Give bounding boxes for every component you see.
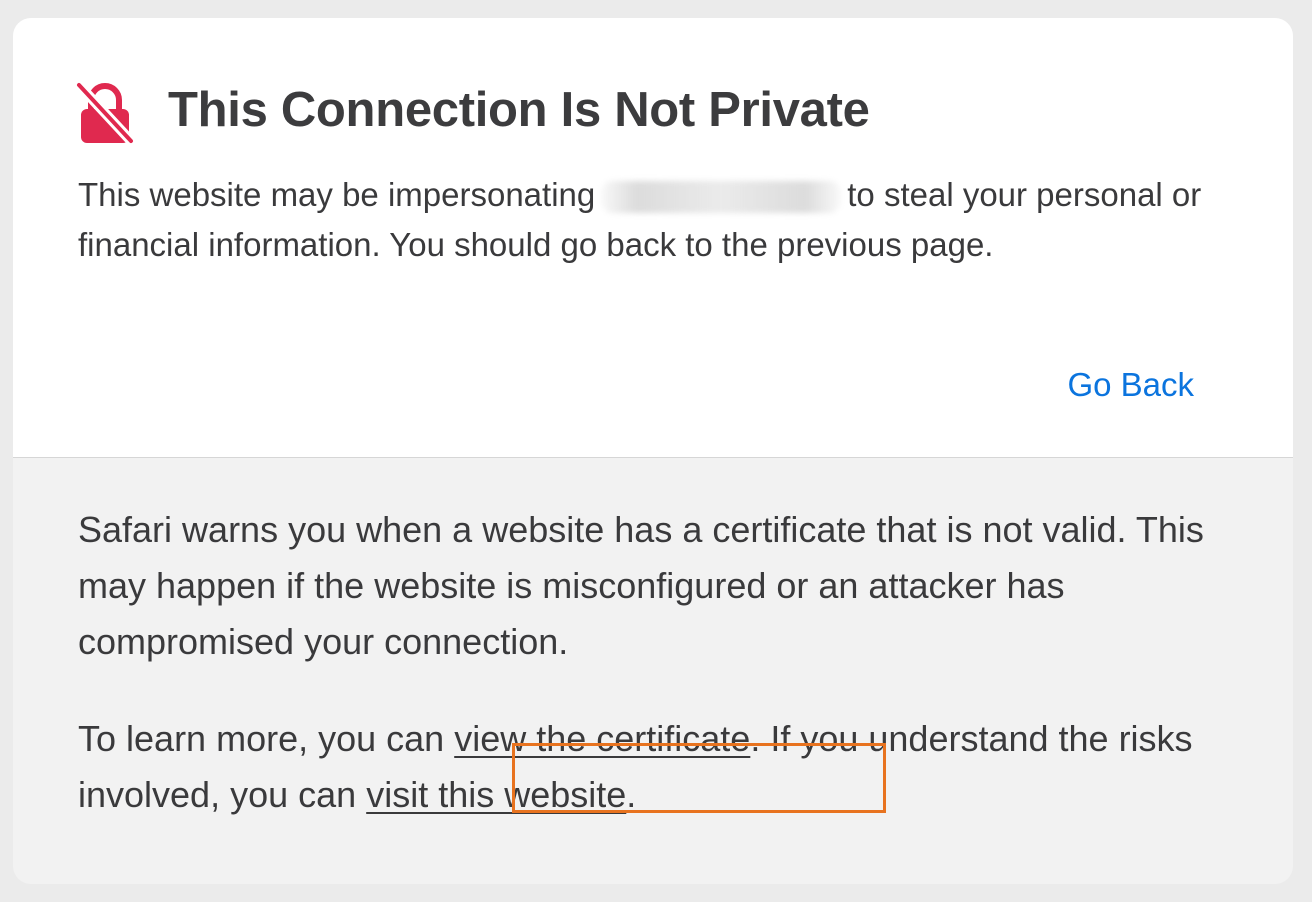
redacted-host (601, 181, 842, 214)
learn-more-suffix: . (626, 774, 637, 815)
warning-header-section: This Connection Is Not Private This webs… (13, 18, 1293, 458)
warning-description: This website may be impersonating to stea… (78, 170, 1228, 270)
warning-card: This Connection Is Not Private This webs… (13, 18, 1293, 884)
view-certificate-link[interactable]: view the certificate (454, 718, 750, 759)
description-text-start: This website may be impersonating (78, 176, 596, 213)
go-back-button[interactable]: Go Back (1067, 363, 1194, 407)
learn-more-paragraph: To learn more, you can view the certific… (78, 711, 1218, 823)
page-title: This Connection Is Not Private (168, 83, 870, 137)
lock-slash-icon (76, 82, 134, 144)
explanation-paragraph: Safari warns you when a website has a ce… (78, 509, 1204, 662)
learn-more-prefix: To learn more, you can (78, 718, 445, 759)
visit-website-link[interactable]: visit this website (366, 774, 626, 815)
